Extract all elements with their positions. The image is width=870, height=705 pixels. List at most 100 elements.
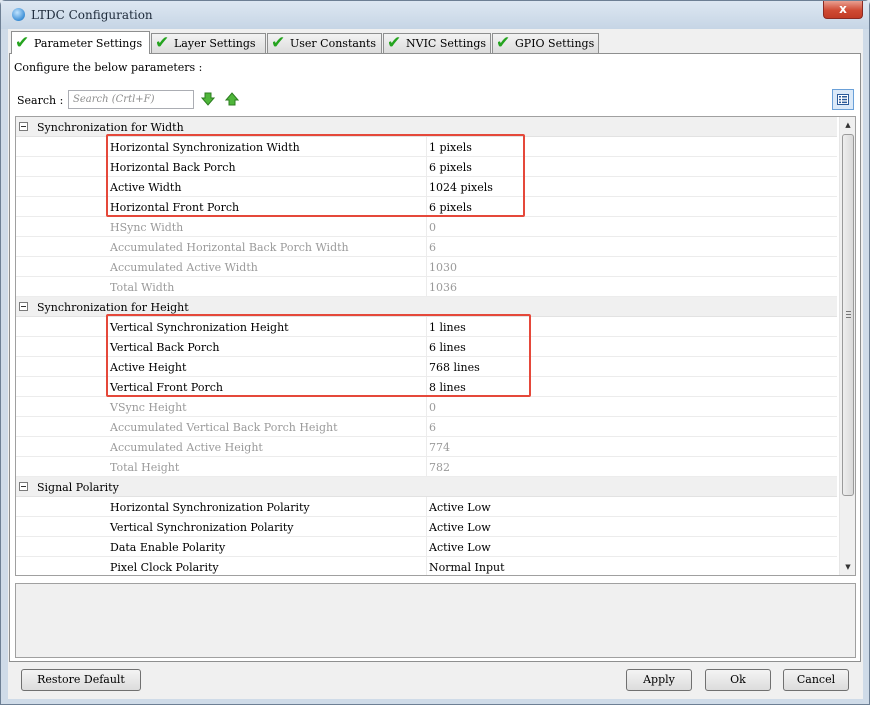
table-row[interactable]: Data Enable Polarity Active Low xyxy=(16,537,837,557)
param-value[interactable]: 1 lines xyxy=(429,321,466,334)
table-row: Total Width 1036 xyxy=(16,277,837,297)
scroll-down-icon[interactable]: ▼ xyxy=(840,559,855,575)
ok-button[interactable]: Ok xyxy=(705,669,771,691)
list-view-toggle-button[interactable] xyxy=(832,89,854,110)
param-name: Active Height xyxy=(110,361,187,374)
param-value: 1030 xyxy=(429,261,457,274)
table-row: HSync Width 0 xyxy=(16,217,837,237)
table-row[interactable]: Vertical Back Porch 6 lines xyxy=(16,337,837,357)
vertical-scrollbar[interactable]: ▲ ▼ xyxy=(839,117,855,575)
parameter-settings-panel: Configure the below parameters : Search … xyxy=(9,53,861,662)
group-title: Synchronization for Width xyxy=(37,121,184,134)
param-name: Active Width xyxy=(110,181,182,194)
param-value: 6 xyxy=(429,241,436,254)
param-name: Pixel Clock Polarity xyxy=(110,561,219,574)
table-row[interactable]: Vertical Synchronization Height 1 lines xyxy=(16,317,837,337)
tab-user-constants[interactable]: ✔ User Constants xyxy=(267,33,382,53)
param-name: VSync Height xyxy=(110,401,187,414)
tab-label: Parameter Settings xyxy=(34,37,143,50)
param-value[interactable]: 6 pixels xyxy=(429,161,472,174)
param-name: Accumulated Active Width xyxy=(110,261,258,274)
param-name: Accumulated Horizontal Back Porch Width xyxy=(110,241,349,254)
table-row[interactable]: Vertical Synchronization Polarity Active … xyxy=(16,517,837,537)
param-name: Total Width xyxy=(110,281,175,294)
scroll-thumb[interactable] xyxy=(842,134,854,496)
table-row[interactable]: Active Width 1024 pixels xyxy=(16,177,837,197)
table-row[interactable]: Horizontal Front Porch 6 pixels xyxy=(16,197,837,217)
group-title: Signal Polarity xyxy=(37,481,119,494)
tab-nvic-settings[interactable]: ✔ NVIC Settings xyxy=(383,33,491,53)
ltdc-config-dialog: LTDC Configuration x ✔ Parameter Setting… xyxy=(0,0,870,705)
param-value: 0 xyxy=(429,221,436,234)
param-name: Accumulated Vertical Back Porch Height xyxy=(110,421,338,434)
description-pane xyxy=(15,583,856,658)
tab-label: User Constants xyxy=(290,37,377,50)
param-name: Accumulated Active Height xyxy=(110,441,263,454)
tab-gpio-settings[interactable]: ✔ GPIO Settings xyxy=(492,33,599,53)
tab-parameter-settings[interactable]: ✔ Parameter Settings xyxy=(11,31,150,54)
title-bar[interactable]: LTDC Configuration x xyxy=(1,1,869,29)
group-title: Synchronization for Height xyxy=(37,301,189,314)
close-button[interactable]: x xyxy=(823,1,863,19)
arrow-up-icon[interactable] xyxy=(225,92,239,106)
param-value[interactable]: 768 lines xyxy=(429,361,480,374)
param-value[interactable]: 6 pixels xyxy=(429,201,472,214)
property-grid: Synchronization for Width Horizontal Syn… xyxy=(15,116,856,576)
cube-icon xyxy=(12,8,25,21)
param-name: Vertical Synchronization Polarity xyxy=(110,521,294,534)
collapse-icon[interactable] xyxy=(19,482,28,491)
param-value[interactable]: 1 pixels xyxy=(429,141,472,154)
collapse-icon[interactable] xyxy=(19,302,28,311)
tab-layer-settings[interactable]: ✔ Layer Settings xyxy=(151,33,266,53)
collapse-icon[interactable] xyxy=(19,122,28,131)
table-row[interactable]: Horizontal Back Porch 6 pixels xyxy=(16,157,837,177)
search-label: Search : xyxy=(17,94,64,107)
table-row[interactable]: Pixel Clock Polarity Normal Input xyxy=(16,557,837,575)
arrow-down-icon[interactable] xyxy=(201,92,215,106)
table-row: VSync Height 0 xyxy=(16,397,837,417)
table-row[interactable]: Horizontal Synchronization Polarity Activ… xyxy=(16,497,837,517)
tab-label: NVIC Settings xyxy=(406,37,487,50)
check-icon: ✔ xyxy=(271,33,286,53)
table-row: Accumulated Horizontal Back Porch Width 6 xyxy=(16,237,837,257)
param-name: Horizontal Front Porch xyxy=(110,201,240,214)
table-row[interactable]: Active Height 768 lines xyxy=(16,357,837,377)
table-row: Accumulated Vertical Back Porch Height 6 xyxy=(16,417,837,437)
param-name: Horizontal Back Porch xyxy=(110,161,236,174)
param-value: 1036 xyxy=(429,281,457,294)
param-value[interactable]: Normal Input xyxy=(429,561,505,574)
param-value[interactable]: Active Low xyxy=(429,541,491,554)
param-value[interactable]: 1024 pixels xyxy=(429,181,493,194)
restore-default-button[interactable]: Restore Default xyxy=(21,669,141,691)
search-input[interactable] xyxy=(68,90,194,109)
param-value: 774 xyxy=(429,441,450,454)
apply-button[interactable]: Apply xyxy=(626,669,692,691)
param-name: Data Enable Polarity xyxy=(110,541,226,554)
table-row: Accumulated Active Height 774 xyxy=(16,437,837,457)
param-value: 782 xyxy=(429,461,450,474)
group-header-polarity[interactable]: Signal Polarity xyxy=(16,477,837,497)
param-name: Vertical Synchronization Height xyxy=(110,321,289,334)
param-name: Total Height xyxy=(110,461,180,474)
dialog-client-area: ✔ Parameter Settings ✔ Layer Settings ✔ … xyxy=(8,29,863,699)
param-value[interactable]: 8 lines xyxy=(429,381,466,394)
scroll-up-icon[interactable]: ▲ xyxy=(840,117,855,133)
group-header-height[interactable]: Synchronization for Height xyxy=(16,297,837,317)
param-value[interactable]: Active Low xyxy=(429,501,491,514)
param-name: HSync Width xyxy=(110,221,184,234)
check-icon: ✔ xyxy=(155,33,170,53)
table-row[interactable]: Horizontal Synchronization Width 1 pixels xyxy=(16,137,837,157)
window-title: LTDC Configuration xyxy=(31,8,153,22)
group-header-width[interactable]: Synchronization for Width xyxy=(16,117,837,137)
grip-icon xyxy=(846,311,851,318)
param-value[interactable]: Active Low xyxy=(429,521,491,534)
param-value[interactable]: 6 lines xyxy=(429,341,466,354)
cancel-button[interactable]: Cancel xyxy=(783,669,849,691)
param-name: Horizontal Synchronization Polarity xyxy=(110,501,310,514)
param-name: Vertical Front Porch xyxy=(110,381,223,394)
table-row: Total Height 782 xyxy=(16,457,837,477)
table-row[interactable]: Vertical Front Porch 8 lines xyxy=(16,377,837,397)
param-name: Horizontal Synchronization Width xyxy=(110,141,300,154)
tab-label: GPIO Settings xyxy=(515,37,595,50)
list-view-icon xyxy=(837,94,849,105)
